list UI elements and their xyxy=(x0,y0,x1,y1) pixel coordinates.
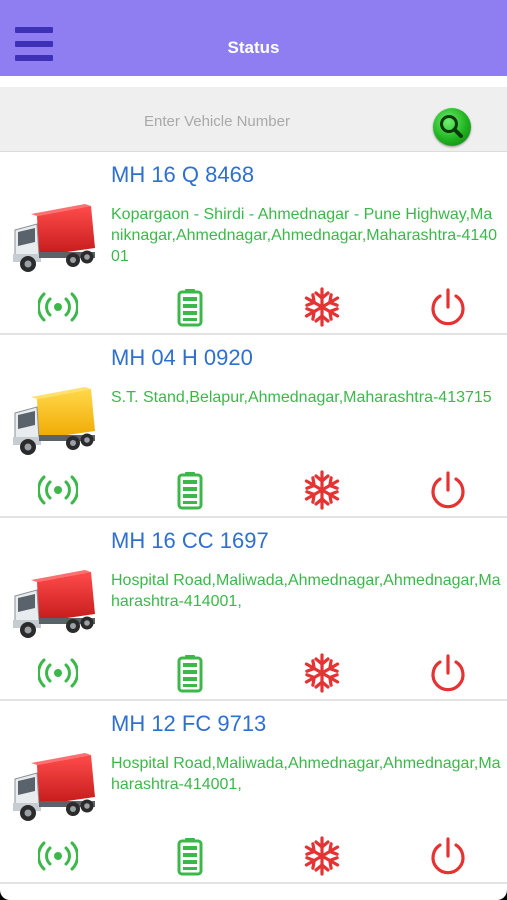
battery-icon[interactable] xyxy=(170,470,210,510)
top-bar: Status xyxy=(0,0,507,76)
truck-icon xyxy=(11,387,99,457)
search-button[interactable] xyxy=(433,108,471,146)
vehicle-number: MH 16 Q 8468 xyxy=(111,162,255,187)
vehicle-card[interactable]: MH 16 CC 1697 Hospital Road,Maliwada,Ahm… xyxy=(0,518,507,701)
vehicle-address: Kopargaon - Shirdi - Ahmednagar - Pune H… xyxy=(111,206,498,265)
power-icon[interactable] xyxy=(428,836,468,876)
vehicle-address: Hospital Road,Maliwada,Ahmednagar,Ahmedn… xyxy=(111,755,501,793)
search-bar xyxy=(0,87,507,152)
ac-snowflake-icon[interactable] xyxy=(302,470,342,510)
vehicle-number: MH 04 H 0920 xyxy=(111,345,253,370)
power-icon[interactable] xyxy=(428,653,468,693)
menu-line xyxy=(15,27,53,33)
vehicle-card[interactable]: MH 16 Q 8468 Kopargaon - Shirdi - Ahmedn… xyxy=(0,152,507,335)
ac-snowflake-icon[interactable] xyxy=(302,653,342,693)
truck-icon xyxy=(11,753,99,823)
vehicle-card[interactable]: MH 12 FC 9713 Hospital Road,Maliwada,Ahm… xyxy=(0,701,507,884)
vehicle-list: MH 16 Q 8468 Kopargaon - Shirdi - Ahmedn… xyxy=(0,152,507,884)
truck-icon xyxy=(11,570,99,640)
gps-signal-icon[interactable] xyxy=(37,470,79,510)
ac-snowflake-icon[interactable] xyxy=(302,836,342,876)
app-screen: Status MH 16 Q 8468 xyxy=(0,0,507,900)
vehicle-card[interactable]: MH 04 H 0920 S.T. Stand,Belapur,Ahmednag… xyxy=(0,335,507,518)
gps-signal-icon[interactable] xyxy=(37,653,79,693)
battery-icon[interactable] xyxy=(170,836,210,876)
vehicle-address: S.T. Stand,Belapur,Ahmednagar,Maharashtr… xyxy=(111,389,492,406)
gps-signal-icon[interactable] xyxy=(37,287,79,327)
power-icon[interactable] xyxy=(428,287,468,327)
battery-icon[interactable] xyxy=(170,653,210,693)
vehicle-number-input[interactable] xyxy=(60,107,374,135)
vehicle-number: MH 16 CC 1697 xyxy=(111,528,269,553)
truck-icon xyxy=(11,204,99,274)
battery-icon[interactable] xyxy=(170,287,210,327)
search-icon xyxy=(440,115,463,138)
power-icon[interactable] xyxy=(428,470,468,510)
page-title: Status xyxy=(227,38,280,57)
vehicle-number: MH 12 FC 9713 xyxy=(111,711,267,736)
gps-signal-icon[interactable] xyxy=(37,836,79,876)
vehicle-address: Hospital Road,Maliwada,Ahmednagar,Ahmedn… xyxy=(111,572,501,610)
ac-snowflake-icon[interactable] xyxy=(302,287,342,327)
